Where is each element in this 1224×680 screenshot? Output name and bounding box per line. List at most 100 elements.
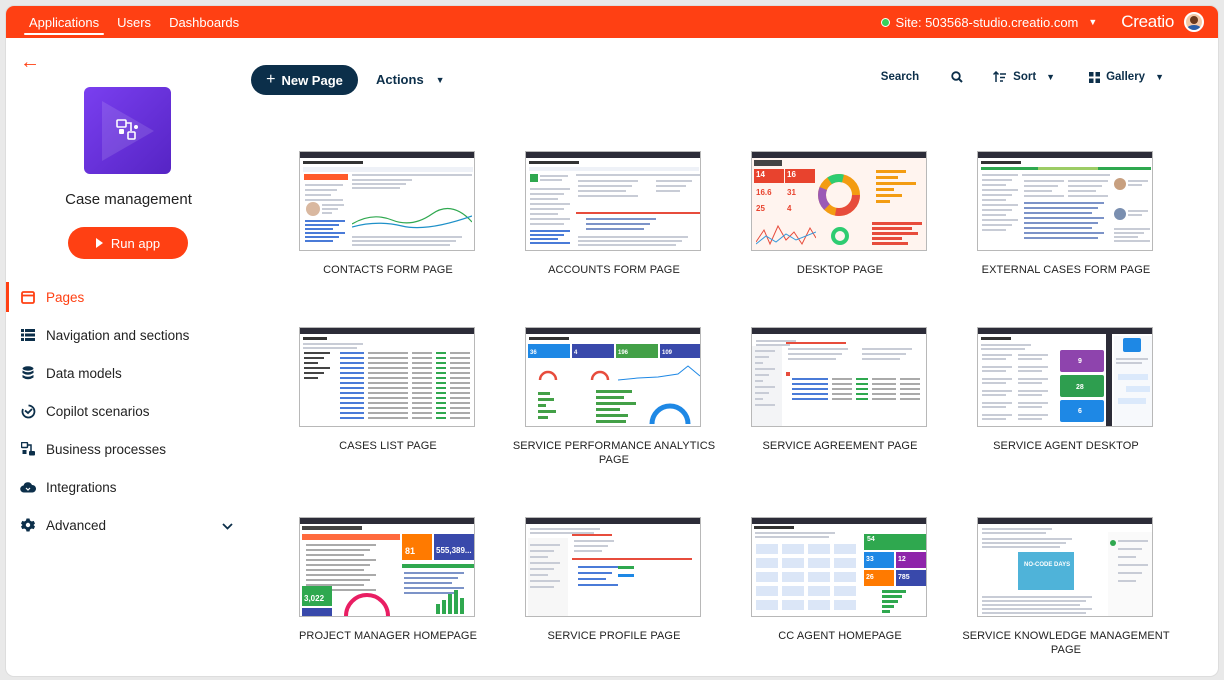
nav-users[interactable]: Users — [108, 6, 160, 38]
thumbnail-text: 25 — [756, 204, 765, 213]
site-label: Site: 503568-studio.creatio.com — [895, 14, 1079, 30]
top-bar-right: Site: 503568-studio.creatio.com ▼ Creati… — [880, 12, 1204, 32]
actions-label: Actions — [376, 72, 424, 87]
back-arrow-icon[interactable]: ← — [20, 52, 40, 72]
run-app-button[interactable]: Run app — [68, 227, 188, 259]
chevron-down-icon[interactable] — [222, 518, 233, 533]
thumbnail-text: 33 — [866, 556, 874, 563]
page-thumbnail[interactable]: 9 28 6 — [977, 327, 1153, 427]
sort-dropdown[interactable]: Sort ▼ — [993, 71, 1055, 83]
process-icon — [20, 441, 36, 457]
copilot-icon — [20, 403, 36, 419]
thumbnail-text: 54 — [867, 536, 875, 543]
sidebar: ← Case management Run app Pages Navigati… — [6, 38, 251, 676]
nav-applications[interactable]: Applications — [20, 6, 108, 38]
thumbnail-text: 81 — [405, 546, 416, 556]
view-dropdown[interactable]: Gallery ▼ — [1089, 71, 1164, 83]
run-app-label: Run app — [110, 235, 161, 251]
site-selector[interactable]: Site: 503568-studio.creatio.com ▼ — [880, 14, 1098, 30]
app-icon — [84, 87, 171, 174]
new-page-button[interactable]: + New Page — [251, 65, 358, 95]
chevron-down-icon: ▼ — [1088, 17, 1098, 27]
thumbnail-text: 36 — [530, 350, 537, 356]
search-label[interactable]: Search — [881, 71, 919, 83]
menu-label: Pages — [46, 289, 85, 305]
page-thumbnail[interactable]: 36 4 196 109 — [525, 327, 701, 427]
play-icon — [95, 238, 103, 248]
page-thumbnail[interactable] — [299, 151, 475, 251]
menu-item-data-models[interactable]: Data models — [6, 354, 251, 392]
thumbnail-text: 14 — [756, 170, 765, 179]
page-card-label: CONTACTS FORM PAGE — [323, 264, 453, 276]
thumbnail-text: 4 — [574, 350, 578, 356]
page-card-label: ACCOUNTS FORM PAGE — [548, 264, 680, 276]
gallery-icon — [1089, 71, 1101, 83]
sort-label: Sort — [1013, 71, 1037, 83]
menu-item-business-processes[interactable]: Business processes — [6, 430, 251, 468]
toolbar-tools: Search Sort ▼ Gallery ▼ — [881, 71, 1164, 83]
thumbnail-text: 196 — [618, 350, 629, 356]
thumbnail-text: NO-CODE DAYS — [1024, 562, 1071, 568]
menu-label: Copilot scenarios — [46, 403, 150, 419]
actions-dropdown[interactable]: Actions ▼ — [376, 72, 445, 87]
page-card-label: DESKTOP PAGE — [796, 264, 884, 276]
page-card-label: CC AGENT HOMEPAGE — [778, 630, 902, 642]
thumbnail-text: 109 — [662, 350, 673, 356]
menu-item-advanced[interactable]: Advanced — [6, 506, 251, 544]
database-icon — [20, 365, 36, 381]
view-label: Gallery — [1106, 71, 1146, 83]
cloud-icon — [20, 479, 36, 495]
menu-label: Integrations — [46, 479, 117, 495]
new-page-label: New Page — [281, 72, 343, 88]
page-thumbnail[interactable] — [977, 151, 1153, 251]
top-bar: Applications Users Dashboards Site: 5035… — [6, 6, 1218, 38]
page-card-label: EXTERNAL CASES FORM PAGE — [981, 264, 1151, 276]
page-thumbnail[interactable]: NO-CODE DAYS — [977, 517, 1153, 617]
page-thumbnail[interactable]: 54 33 12 26 785 — [751, 517, 927, 617]
menu-label: Business processes — [46, 441, 167, 457]
page-card-label: CASES LIST PAGE — [339, 440, 437, 452]
online-status-icon — [880, 17, 890, 27]
main-area: + New Page Actions ▼ Search Sort ▼ Galle… — [251, 38, 1218, 676]
page-card-label: SERVICE AGREEMENT PAGE — [762, 440, 918, 452]
thumbnail-text: 4 — [787, 204, 792, 213]
side-menu: Pages Navigation and sections Data model… — [6, 278, 251, 544]
chevron-down-icon: ▼ — [1155, 72, 1164, 82]
app-window: Applications Users Dashboards Site: 5035… — [6, 6, 1218, 676]
page-card-label: SERVICE PERFORMANCE ANALYTICS PAGE — [512, 440, 716, 466]
nav-dashboards[interactable]: Dashboards — [160, 6, 248, 38]
page-card-label: PROJECT MANAGER HOMEPAGE — [298, 630, 478, 642]
thumbnail-text: 12 — [898, 556, 906, 563]
user-avatar[interactable] — [1184, 12, 1204, 32]
top-nav: Applications Users Dashboards — [20, 6, 248, 38]
search-icon[interactable] — [951, 71, 963, 83]
chevron-down-icon: ▼ — [435, 74, 445, 85]
thumbnail-text: 31 — [787, 188, 796, 197]
case-management-icon — [116, 119, 138, 140]
menu-item-navigation[interactable]: Navigation and sections — [6, 316, 251, 354]
page-thumbnail[interactable]: 14 16 16.6 31 25 4 — [751, 151, 927, 251]
thumbnail-text: 16.6 — [756, 188, 772, 197]
menu-item-copilot[interactable]: Copilot scenarios — [6, 392, 251, 430]
page-card-label: SERVICE AGENT DESKTOP — [993, 440, 1139, 452]
menu-label: Advanced — [46, 517, 107, 533]
pages-icon — [20, 289, 36, 305]
menu-label: Navigation and sections — [46, 327, 190, 343]
gear-icon — [20, 517, 36, 533]
thumbnail-text: 9 — [1078, 358, 1082, 365]
chevron-down-icon: ▼ — [1046, 72, 1056, 82]
page-thumbnail[interactable] — [525, 517, 701, 617]
thumbnail-text: 16 — [787, 170, 796, 179]
page-card-label: SERVICE KNOWLEDGE MANAGEMENT PAGE — [962, 630, 1170, 656]
menu-item-pages[interactable]: Pages — [6, 278, 251, 316]
app-title: Case management — [65, 191, 192, 208]
page-thumbnail[interactable] — [525, 151, 701, 251]
menu-item-integrations[interactable]: Integrations — [6, 468, 251, 506]
thumbnail-text: 6 — [1078, 408, 1082, 415]
thumbnail-text: 785 — [898, 574, 910, 581]
sort-icon — [993, 71, 1007, 82]
page-thumbnail[interactable] — [299, 327, 475, 427]
thumbnail-text: 555,389... — [436, 546, 472, 555]
page-thumbnail[interactable] — [751, 327, 927, 427]
page-thumbnail[interactable]: 81 555,389... 3,022 — [299, 517, 475, 617]
